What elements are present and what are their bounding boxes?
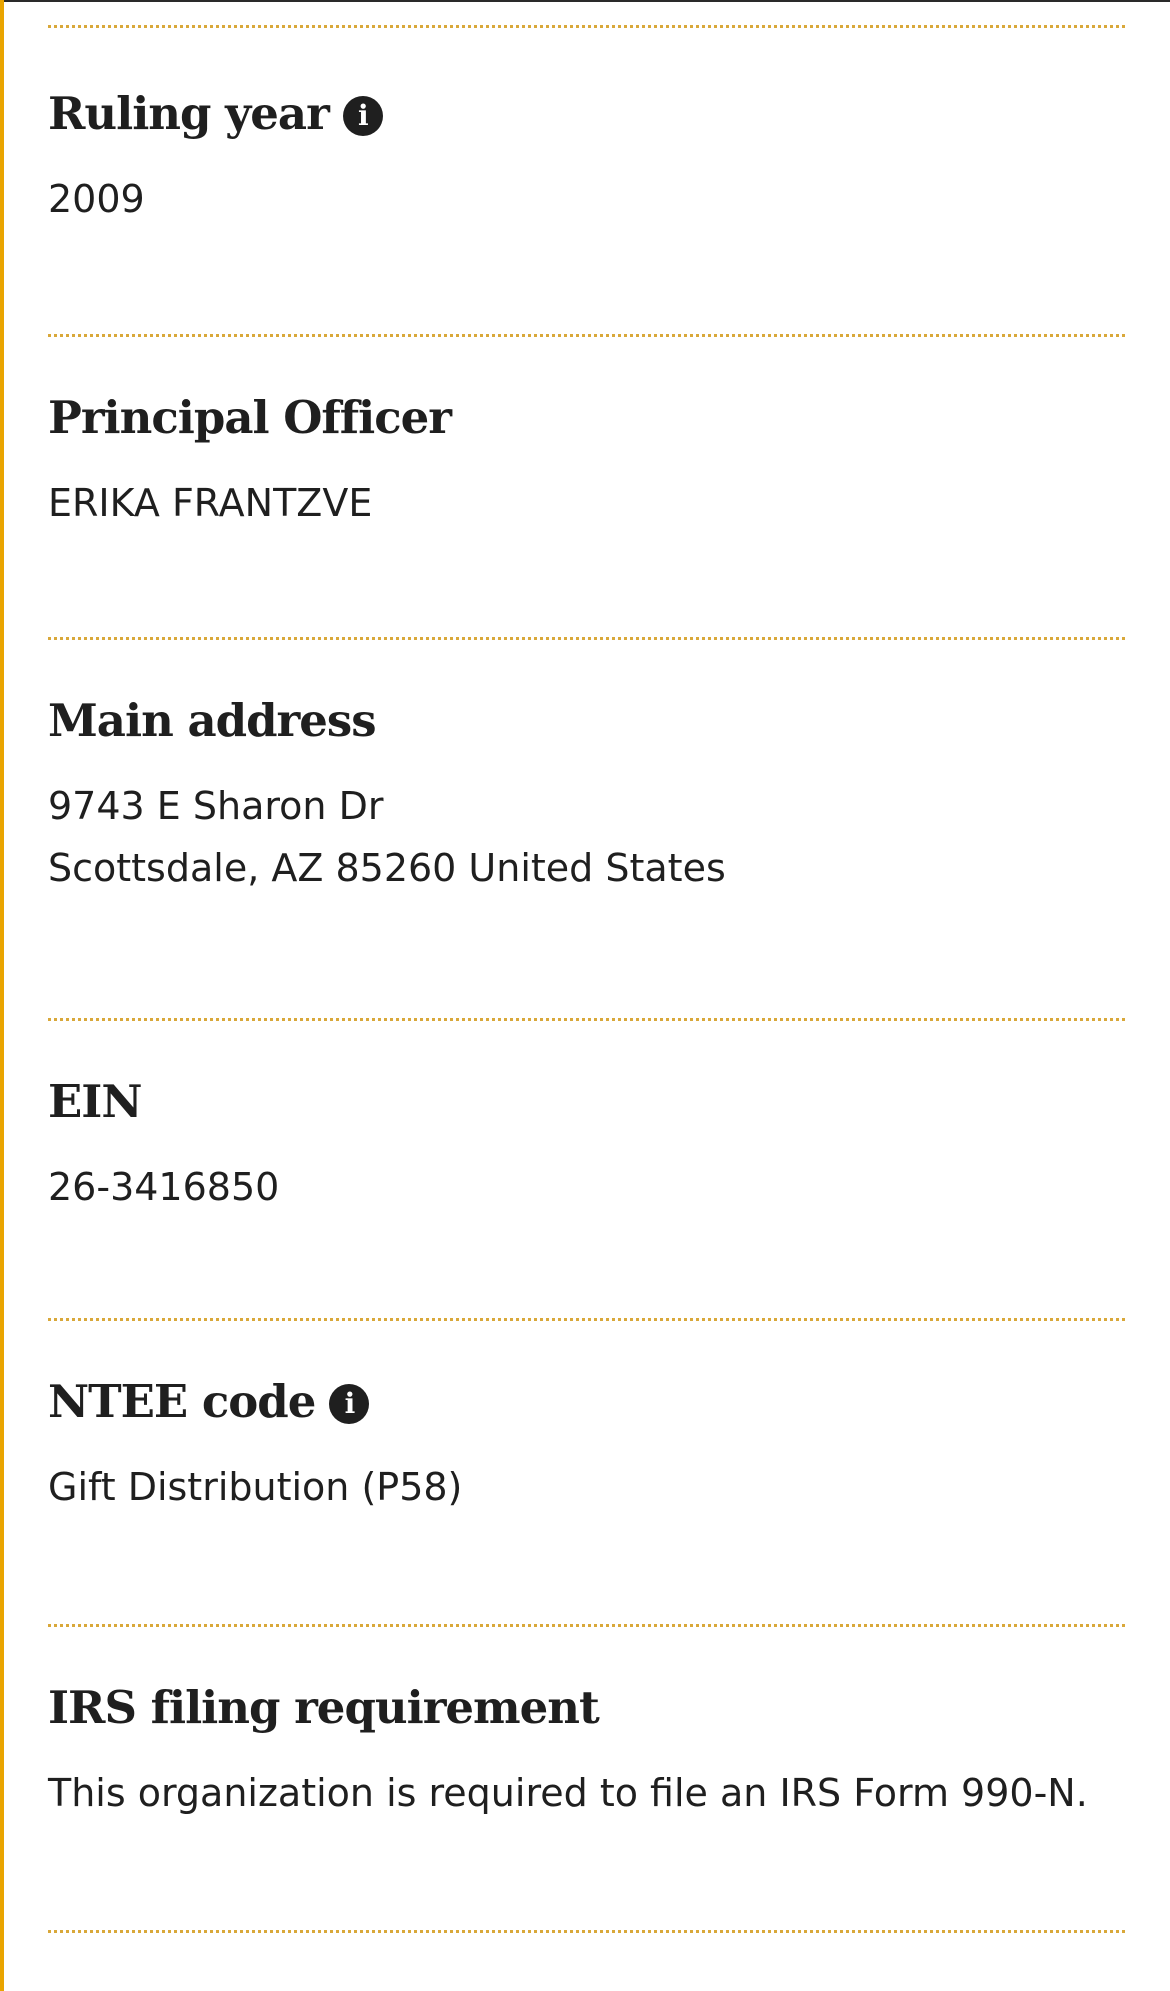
principal-officer-heading: Principal Officer xyxy=(48,391,452,444)
irs-filing-value: This organization is required to file an… xyxy=(48,1762,1088,1824)
ntee-code-heading: NTEE code i xyxy=(48,1375,370,1428)
principal-officer-name: ERIKA FRANTZVE xyxy=(48,481,373,525)
irs-filing-text: This organization is required to file an… xyxy=(48,1771,1088,1815)
main-address-value: 9743 E Sharon Dr Scottsdale, AZ 85260 Un… xyxy=(48,775,726,899)
ntee-code-value: Gift Distribution (P58) xyxy=(48,1456,462,1518)
main-address-label: Main address xyxy=(48,694,377,747)
irs-filing-label: IRS filing requirement xyxy=(48,1681,600,1734)
organization-details: Ruling year i 2009 Principal Officer ERI… xyxy=(48,0,1125,1933)
principal-officer-label: Principal Officer xyxy=(48,391,452,444)
ruling-year-heading: Ruling year i xyxy=(48,91,383,136)
ruling-year-label: Ruling year xyxy=(48,87,330,140)
section-divider xyxy=(48,1930,1125,1933)
ein-number: 26-3416850 xyxy=(48,1165,280,1209)
info-icon[interactable]: i xyxy=(329,1383,370,1424)
section-principal-officer: Principal Officer ERIKA FRANTZVE xyxy=(48,307,1125,607)
info-icon[interactable]: i xyxy=(342,95,383,136)
ruling-year-text: 2009 xyxy=(48,177,145,221)
section-ntee-code: NTEE code i Gift Distribution (P58) xyxy=(48,1291,1125,1591)
section-main-address: Main address 9743 E Sharon Dr Scottsdale… xyxy=(48,610,1125,976)
ein-value: 26-3416850 xyxy=(48,1156,279,1218)
ntee-code-text: Gift Distribution (P58) xyxy=(48,1465,463,1509)
left-accent-bar xyxy=(0,0,4,1991)
irs-filing-heading: IRS filing requirement xyxy=(48,1681,600,1734)
ntee-code-label: NTEE code xyxy=(48,1375,316,1428)
section-ruling-year: Ruling year i 2009 xyxy=(48,3,1125,303)
section-irs-filing: IRS filing requirement This organization… xyxy=(48,1597,1125,1897)
address-line-2: Scottsdale, AZ 85260 United States xyxy=(48,846,726,890)
main-address-heading: Main address xyxy=(48,694,377,747)
ruling-year-value: 2009 xyxy=(48,168,145,230)
ein-heading: EIN xyxy=(48,1075,142,1128)
section-ein: EIN 26-3416850 xyxy=(48,991,1125,1291)
principal-officer-value: ERIKA FRANTZVE xyxy=(48,472,372,534)
address-line-1: 9743 E Sharon Dr xyxy=(48,784,384,828)
ein-label: EIN xyxy=(48,1075,142,1128)
